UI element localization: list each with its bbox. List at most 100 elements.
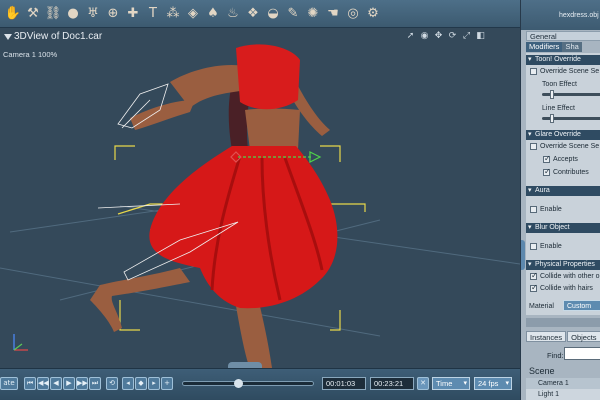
- target-icon[interactable]: ◎: [344, 5, 362, 23]
- panel-collapse-handle[interactable]: [521, 240, 525, 270]
- hand-icon[interactable]: ✋: [4, 5, 22, 23]
- viewport-tools: ➚ ◉ ✥ ⟳ ⤢ ◧: [405, 31, 486, 42]
- modifier-list: Toon! Override Override Scene Se Toon Ef…: [526, 53, 600, 315]
- rotate-icon[interactable]: ⟳: [447, 31, 458, 42]
- find-label: Find:: [547, 351, 564, 360]
- key-next-button[interactable]: ▸: [148, 377, 160, 390]
- brush-icon[interactable]: ✎: [284, 5, 302, 23]
- section-aura[interactable]: Aura: [526, 186, 600, 196]
- 3d-viewport[interactable]: 3DView of Doc1.car ➚ ◉ ✥ ⟳ ⤢ ◧ Camera 1 …: [0, 28, 520, 368]
- scene-item-light[interactable]: Light 1: [526, 389, 600, 400]
- tab-instances[interactable]: Instances: [526, 331, 567, 342]
- object-filename: hexdress.obj: [559, 12, 599, 19]
- cube-icon[interactable]: ◧: [475, 31, 486, 42]
- key-button[interactable]: ◆: [135, 377, 147, 390]
- checker-icon[interactable]: ◈: [184, 5, 202, 23]
- collide-hairs-checkbox[interactable]: [530, 283, 538, 292]
- section-blur-object[interactable]: Blur Object: [526, 223, 600, 233]
- viewport-menu-caret-icon[interactable]: [4, 34, 12, 40]
- section-physical-properties[interactable]: Physical Properties: [526, 260, 600, 270]
- bowl-icon[interactable]: ◒: [264, 5, 282, 23]
- time-slider[interactable]: [182, 379, 314, 388]
- accepts-checkbox[interactable]: [543, 154, 551, 163]
- find-input[interactable]: [564, 347, 600, 360]
- add-key-button[interactable]: +: [161, 377, 173, 390]
- splat-icon[interactable]: ✺: [304, 5, 322, 23]
- end-time-field[interactable]: 00:23:21: [370, 377, 414, 390]
- toon-override-label: Override Scene Se: [540, 68, 600, 75]
- close-timeline-icon[interactable]: ✕: [417, 377, 429, 390]
- aura-enable-checkbox[interactable]: [530, 206, 537, 213]
- blur-enable-checkbox[interactable]: [530, 243, 537, 250]
- blur-enable-label: Enable: [540, 243, 562, 250]
- time-slider-thumb[interactable]: [234, 379, 243, 388]
- sphere-icon[interactable]: ◉: [419, 31, 430, 42]
- glare-override-label: Override Scene Se: [540, 143, 600, 150]
- move-icon[interactable]: ✥: [433, 31, 444, 42]
- puzzle-icon[interactable]: ❖: [244, 5, 262, 23]
- section-toon-override[interactable]: Toon! Override: [526, 55, 600, 65]
- scene-header: Scene: [529, 366, 555, 376]
- material-row: Material Custom: [526, 300, 600, 312]
- main-toolbar: ✋ ⚒ ⛓ ● ♅ ⊕ ✚ T ⁂ ◈ ♠ ♨ ❖ ◒ ✎ ✺ ☚ ◎ ⚙: [0, 0, 520, 28]
- contributes-checkbox[interactable]: [543, 167, 551, 176]
- text-tool-icon[interactable]: T: [144, 5, 162, 23]
- tab-shaders[interactable]: Sha: [562, 42, 582, 52]
- scale-icon[interactable]: ⤢: [461, 31, 472, 42]
- camera-label: Camera 1 100%: [3, 50, 58, 59]
- pointer-icon[interactable]: ➚: [405, 31, 416, 42]
- ball-icon[interactable]: ●: [64, 5, 82, 23]
- material-select[interactable]: Custom: [563, 300, 600, 311]
- chain-icon[interactable]: ⛓: [44, 5, 62, 23]
- tab-objects[interactable]: Objects: [567, 331, 600, 342]
- collide-other-label: Collide with other o: [540, 273, 600, 280]
- scene-tabs: Instances Objects Pr: [526, 331, 600, 342]
- toon-override-checkbox[interactable]: [530, 68, 537, 75]
- wrench-icon[interactable]: ⚒: [24, 5, 42, 23]
- goblet-icon[interactable]: ♅: [84, 5, 102, 23]
- time-mode-select[interactable]: Time: [432, 377, 470, 390]
- animate-button[interactable]: ate: [0, 377, 18, 390]
- collide-other-checkbox[interactable]: [530, 271, 538, 280]
- material-label: Material: [529, 303, 554, 310]
- accepts-label: Accepts: [553, 156, 578, 163]
- hand-grab-icon[interactable]: ☚: [324, 5, 342, 23]
- tab-modifiers[interactable]: Modifiers: [526, 42, 563, 52]
- glare-override-checkbox[interactable]: [530, 143, 537, 150]
- timeline-bar: ate ⏮ ◀◀ ◀ ▶ ▶▶ ⏭ ⟲ ◂ ◆ ▸ + 00:01:03 00:…: [0, 368, 520, 400]
- wrench-small-icon[interactable]: ⚙: [364, 5, 382, 23]
- first-frame-button[interactable]: ⏮: [24, 377, 36, 390]
- last-frame-button[interactable]: ⏭: [89, 377, 101, 390]
- line-effect-label: Line Effect: [542, 105, 575, 112]
- loop-button[interactable]: ⟲: [106, 377, 118, 390]
- cross-icon[interactable]: ✚: [124, 5, 142, 23]
- viewport-header: 3DView of Doc1.car ➚ ◉ ✥ ⟳ ⤢ ◧: [0, 28, 520, 48]
- key-prev-button[interactable]: ◂: [122, 377, 134, 390]
- prev-key-button[interactable]: ◀◀: [37, 377, 49, 390]
- line-effect-slider[interactable]: [542, 114, 600, 123]
- scene-render[interactable]: [0, 28, 520, 368]
- panel-splitter[interactable]: [526, 318, 600, 327]
- play-back-button[interactable]: ◀: [50, 377, 62, 390]
- current-time-field[interactable]: 00:01:03: [322, 377, 366, 390]
- toon-effect-label: Toon Effect: [542, 81, 577, 88]
- collide-hairs-label: Collide with hairs: [540, 285, 593, 292]
- section-glare-override[interactable]: Glare Override: [526, 130, 600, 140]
- panel-header: hexdress.obj: [521, 0, 600, 30]
- flame-icon[interactable]: ♨: [224, 5, 242, 23]
- globe-icon[interactable]: ⊕: [104, 5, 122, 23]
- tab-general[interactable]: General: [526, 31, 600, 41]
- next-key-button[interactable]: ▶▶: [76, 377, 88, 390]
- aura-enable-label: Enable: [540, 206, 562, 213]
- fps-select[interactable]: 24 fps: [474, 377, 512, 390]
- grid-icon[interactable]: ⁂: [164, 5, 182, 23]
- properties-panel: hexdress.obj General Modifiers Sha Toon!…: [520, 0, 600, 400]
- viewport-title: 3DView of Doc1.car: [14, 31, 103, 42]
- panel-tabs: Modifiers Sha: [526, 42, 600, 52]
- contributes-label: Contributes: [553, 169, 589, 176]
- mushroom-icon[interactable]: ♠: [204, 5, 222, 23]
- toon-effect-slider[interactable]: [542, 90, 600, 99]
- axis-gizmo: [13, 334, 28, 351]
- scene-item-camera[interactable]: Camera 1: [526, 378, 600, 389]
- play-button[interactable]: ▶: [63, 377, 75, 390]
